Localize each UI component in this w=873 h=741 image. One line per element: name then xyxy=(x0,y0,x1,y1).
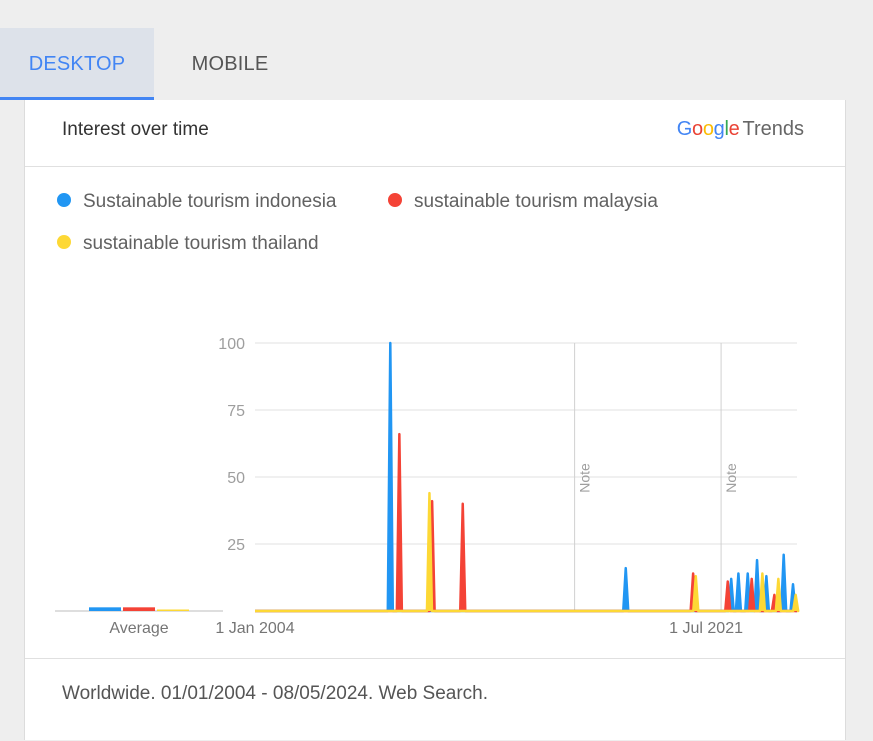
average-bar-indonesia xyxy=(89,607,121,611)
tab-bar: DESKTOP MOBILE xyxy=(0,28,873,100)
y-tick-label: 75 xyxy=(227,403,245,420)
footer-caption: Worldwide. 01/01/2004 - 08/05/2024. Web … xyxy=(62,683,489,704)
x-tick-label: 1 Jan 2004 xyxy=(215,620,294,637)
average-bar-thailand xyxy=(157,609,189,611)
series-line-malaysia xyxy=(255,432,797,613)
tab-mobile[interactable]: MOBILE xyxy=(154,28,306,100)
interest-over-time-card: Interest over time Google Trends Sustaina… xyxy=(24,100,846,740)
card-footer: Worldwide. 01/01/2004 - 08/05/2024. Web … xyxy=(25,658,845,741)
x-tick-label: 1 Jul 2021 xyxy=(669,620,743,637)
y-tick-label: 100 xyxy=(218,336,245,353)
average-label: Average xyxy=(109,620,168,637)
tab-desktop[interactable]: DESKTOP xyxy=(0,28,154,100)
y-tick-label: 50 xyxy=(227,470,245,487)
average-bar-malaysia xyxy=(123,607,155,611)
note-label: Note xyxy=(577,463,593,493)
note-label: Note xyxy=(723,463,739,493)
series-line-thailand xyxy=(255,491,800,613)
y-tick-label: 25 xyxy=(227,537,245,554)
interest-chart: 100 75 50 25 Note Note Average 1 Jan 2004 1 Jul … xyxy=(55,336,800,637)
